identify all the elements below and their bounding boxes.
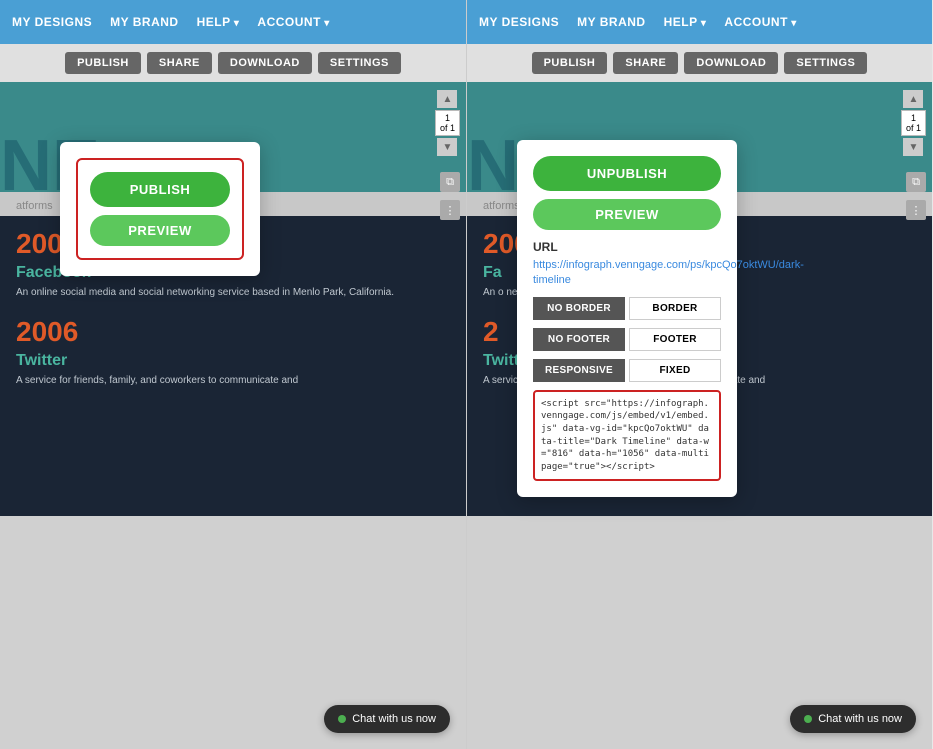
- preview-action-btn-left[interactable]: PREVIEW: [90, 215, 230, 246]
- scroll-up-left[interactable]: ▲: [437, 90, 457, 108]
- embed-code-box[interactable]: <script src="https://infograph.venngage.…: [533, 390, 721, 482]
- scroll-controls-right: ▲ 1 of 1 ▼: [901, 90, 926, 156]
- share-btn-right[interactable]: SHARE: [613, 52, 678, 74]
- scroll-up-right[interactable]: ▲: [903, 90, 923, 108]
- right-nav: MY DESIGNS MY BRAND HELP ACCOUNT: [467, 0, 932, 44]
- nav-my-brand-left[interactable]: MY BRAND: [110, 15, 178, 29]
- year-2006-left: 2006: [16, 316, 450, 348]
- nav-my-designs-right[interactable]: MY DESIGNS: [479, 15, 559, 29]
- url-section: URL https://infograph.venngage.com/ps/kp…: [533, 240, 721, 289]
- left-toolbar: PUBLISH SHARE DOWNLOAD SETTINGS: [0, 44, 466, 82]
- nav-help-left[interactable]: HELP: [197, 15, 240, 29]
- download-btn-left[interactable]: DOWNLOAD: [218, 52, 312, 74]
- brand-twitter-left: Twitter: [16, 352, 450, 370]
- nav-my-designs-left[interactable]: MY DESIGNS: [12, 15, 92, 29]
- more-icon-right[interactable]: ⋮: [906, 200, 926, 220]
- preview-action-btn-right[interactable]: PREVIEW: [533, 199, 721, 230]
- scroll-down-right[interactable]: ▼: [903, 138, 923, 156]
- nav-account-left[interactable]: ACCOUNT: [257, 15, 329, 29]
- side-icons-right: ⧉ ⋮: [906, 172, 926, 220]
- copy-icon-left[interactable]: ⧉: [440, 172, 460, 192]
- url-label: URL: [533, 240, 721, 254]
- nav-account-right[interactable]: ACCOUNT: [724, 15, 796, 29]
- page-indicator-left: 1 of 1: [435, 110, 460, 136]
- side-icons-left: ⧉ ⋮: [440, 172, 460, 220]
- publish-action-btn[interactable]: PUBLISH: [90, 172, 230, 207]
- border-toggle-row: NO BORDER BORDER: [533, 297, 721, 320]
- border-btn[interactable]: BORDER: [629, 297, 721, 320]
- chat-dot-left: [338, 715, 346, 723]
- left-nav: MY DESIGNS MY BRAND HELP ACCOUNT: [0, 0, 466, 44]
- no-footer-btn[interactable]: NO FOOTER: [533, 328, 625, 351]
- unpublish-btn[interactable]: UNPUBLISH: [533, 156, 721, 191]
- desc-twitter-left: A service for friends, family, and cowor…: [16, 374, 450, 388]
- publish-btn-left[interactable]: PUBLISH: [65, 52, 141, 74]
- desc-facebook-left: An online social media and social networ…: [16, 286, 450, 300]
- right-panel: MY DESIGNS MY BRAND HELP ACCOUNT PUBLISH…: [466, 0, 932, 749]
- share-btn-left[interactable]: SHARE: [147, 52, 212, 74]
- right-toolbar: PUBLISH SHARE DOWNLOAD SETTINGS: [467, 44, 932, 82]
- footer-toggle-row: NO FOOTER FOOTER: [533, 328, 721, 351]
- chat-button-left[interactable]: Chat with us now: [324, 705, 450, 733]
- settings-btn-left[interactable]: SETTINGS: [318, 52, 401, 74]
- right-canvas: NE atforms 2004 Fa An o net 2 Twitter A …: [467, 82, 932, 749]
- nav-help-right[interactable]: HELP: [664, 15, 707, 29]
- no-border-btn[interactable]: NO BORDER: [533, 297, 625, 320]
- more-icon-left[interactable]: ⋮: [440, 200, 460, 220]
- footer-btn[interactable]: FOOTER: [629, 328, 721, 351]
- url-link[interactable]: https://infograph.venngage.com/ps/kpcQo7…: [533, 258, 721, 289]
- settings-btn-right[interactable]: SETTINGS: [784, 52, 867, 74]
- copy-icon-right[interactable]: ⧉: [906, 172, 926, 192]
- publish-popup-border: PUBLISH PREVIEW: [76, 158, 244, 260]
- fixed-btn[interactable]: FIXED: [629, 359, 721, 382]
- share-popup-right: UNPUBLISH PREVIEW URL https://infograph.…: [517, 140, 737, 497]
- publish-btn-right[interactable]: PUBLISH: [532, 52, 608, 74]
- left-panel: MY DESIGNS MY BRAND HELP ACCOUNT PUBLISH…: [0, 0, 466, 749]
- chat-button-right[interactable]: Chat with us now: [790, 705, 916, 733]
- scroll-controls-left: ▲ 1 of 1 ▼: [435, 90, 460, 156]
- left-canvas: NE atforms 2004 Facebook An online socia…: [0, 82, 466, 749]
- scroll-down-left[interactable]: ▼: [437, 138, 457, 156]
- download-btn-right[interactable]: DOWNLOAD: [684, 52, 778, 74]
- page-indicator-right: 1 of 1: [901, 110, 926, 136]
- responsive-toggle-row: RESPONSIVE FIXED: [533, 359, 721, 382]
- chat-dot-right: [804, 715, 812, 723]
- publish-popup-left: PUBLISH PREVIEW: [60, 142, 260, 276]
- nav-my-brand-right[interactable]: MY BRAND: [577, 15, 645, 29]
- chat-label-right: Chat with us now: [818, 713, 902, 725]
- responsive-btn[interactable]: RESPONSIVE: [533, 359, 625, 382]
- chat-label-left: Chat with us now: [352, 713, 436, 725]
